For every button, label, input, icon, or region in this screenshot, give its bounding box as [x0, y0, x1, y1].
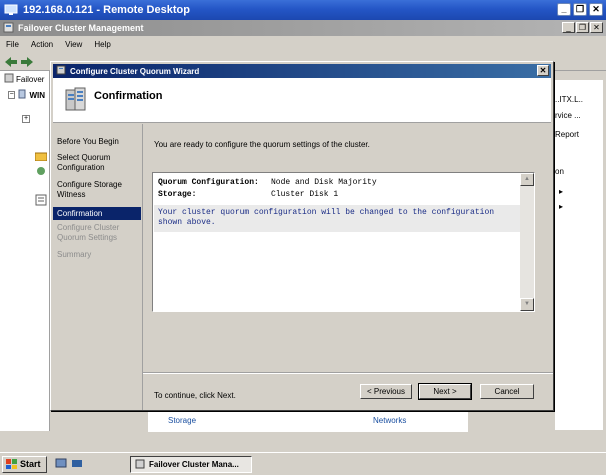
menu-help[interactable]: Help [94, 40, 110, 49]
quicklaunch-icon[interactable] [55, 457, 67, 471]
menu-action[interactable]: Action [31, 40, 53, 49]
ready-message: You are ready to configure the quorum se… [154, 140, 370, 149]
storage-label: Storage: [158, 190, 197, 199]
summary-note: Your cluster quorum configuration will b… [154, 205, 520, 232]
submenu-arrow-icon: ▸ [559, 187, 564, 196]
menu-view[interactable]: View [65, 40, 82, 49]
taskbar-app-button[interactable]: Failover Cluster Mana... [130, 456, 252, 473]
wizard-close-button[interactable]: ✕ [537, 65, 549, 76]
bottom-pane: Storage Networks [148, 410, 468, 432]
button-divider [143, 372, 553, 374]
action-item[interactable]: on [555, 167, 564, 176]
start-label: Start [20, 459, 41, 469]
step-summary: Summary [57, 250, 92, 259]
summary-row: Quorum Configuration: Node and Disk Majo… [158, 178, 377, 187]
taskbar-app-label: Failover Cluster Mana... [149, 460, 239, 469]
rd-minimize-button[interactable]: _ [557, 3, 571, 16]
rd-close-button[interactable]: ✕ [589, 3, 603, 16]
back-arrow-icon[interactable] [4, 56, 18, 68]
action-item[interactable]: rvice ... [555, 111, 581, 120]
continue-message: To continue, click Next. [154, 391, 236, 400]
server-icon [17, 89, 27, 101]
menu-bar: File Action View Help [0, 36, 606, 53]
rd-restore-button[interactable]: ❐ [573, 3, 587, 16]
forward-arrow-icon[interactable] [20, 56, 34, 68]
expand-icon[interactable]: + [22, 115, 30, 123]
app-titlebar[interactable]: Failover Cluster Management [0, 20, 606, 36]
folder-icon [34, 151, 48, 163]
wizard-header: Confirmation [53, 78, 551, 123]
wizard-titlebar[interactable]: Configure Cluster Quorum Wizard ✕ [53, 64, 551, 78]
expand-icon[interactable]: − [8, 91, 16, 99]
app-title: Failover Cluster Management [18, 23, 144, 33]
submenu-arrow-icon: ▸ [559, 202, 564, 211]
navigation-tree: Failover − WIN + [0, 71, 50, 431]
quorum-config-label: Quorum Configuration: [158, 178, 259, 187]
wizard-icon [56, 65, 66, 77]
tree-child-item[interactable]: − WIN [0, 87, 49, 103]
step-configure-quorum-settings: Configure Cluster Quorum Settings [57, 223, 120, 242]
remote-desktop-icon [4, 3, 18, 17]
cancel-button[interactable]: Cancel [480, 384, 534, 399]
event-icon [35, 194, 47, 208]
cluster-app-icon [135, 459, 145, 471]
action-item[interactable]: ..ITX.L.. [555, 95, 583, 104]
summary-row: Storage: Cluster Disk 1 [158, 190, 338, 199]
network-icon [35, 166, 47, 178]
app-minimize-button[interactable]: _ [562, 22, 575, 33]
wizard-content: You are ready to configure the quorum se… [144, 124, 553, 410]
cluster-server-icon [63, 86, 89, 114]
app-restore-button[interactable]: ❐ [576, 22, 589, 33]
action-item[interactable]: Report [555, 130, 579, 139]
storage-link[interactable]: Storage [168, 416, 196, 425]
remote-desktop-title: 192.168.0.121 - Remote Desktop [23, 4, 190, 16]
confirmation-summary-box: Quorum Configuration: Node and Disk Majo… [152, 172, 535, 312]
storage-value: Cluster Disk 1 [271, 190, 339, 199]
page-title: Confirmation [94, 90, 163, 102]
previous-button[interactable]: < Previous [360, 384, 412, 399]
cluster-app-icon [3, 22, 14, 35]
wizard-steps-nav: Before You Begin Select Quorum Configura… [53, 124, 143, 410]
scroll-down-icon[interactable]: ▼ [520, 298, 534, 311]
step-configure-storage-witness[interactable]: Configure Storage Witness [53, 180, 141, 200]
show-desktop-icon[interactable] [71, 457, 83, 471]
cluster-icon [4, 73, 14, 85]
quorum-config-value: Node and Disk Majority [271, 178, 377, 187]
wizard-title: Configure Cluster Quorum Wizard [70, 66, 200, 76]
taskbar: Start Failover Cluster Mana... [0, 452, 606, 475]
summary-scrollbar[interactable]: ▲ ▼ [520, 173, 534, 311]
step-before-you-begin[interactable]: Before You Begin [53, 137, 141, 147]
tree-root-label: Failover [16, 74, 45, 84]
step-select-quorum[interactable]: Select Quorum Configuration [53, 153, 141, 173]
next-button[interactable]: Next > [418, 383, 472, 400]
actions-pane: ..ITX.L.. rvice ... Report on ▸ ▸ [555, 80, 603, 430]
remote-desktop-titlebar[interactable]: 192.168.0.121 - Remote Desktop [0, 0, 606, 20]
start-button[interactable]: Start [2, 455, 47, 473]
networks-link[interactable]: Networks [373, 416, 406, 425]
scroll-up-icon[interactable]: ▲ [520, 173, 534, 186]
tree-root-item[interactable]: Failover [0, 71, 49, 87]
menu-file[interactable]: File [6, 40, 19, 49]
step-confirmation[interactable]: Confirmation [53, 207, 141, 220]
quorum-wizard-dialog: Configure Cluster Quorum Wizard ✕ Confir… [50, 61, 554, 411]
windows-flag-icon [6, 459, 17, 469]
app-close-button[interactable]: ✕ [590, 22, 603, 33]
tree-child-label: WIN [29, 90, 45, 100]
